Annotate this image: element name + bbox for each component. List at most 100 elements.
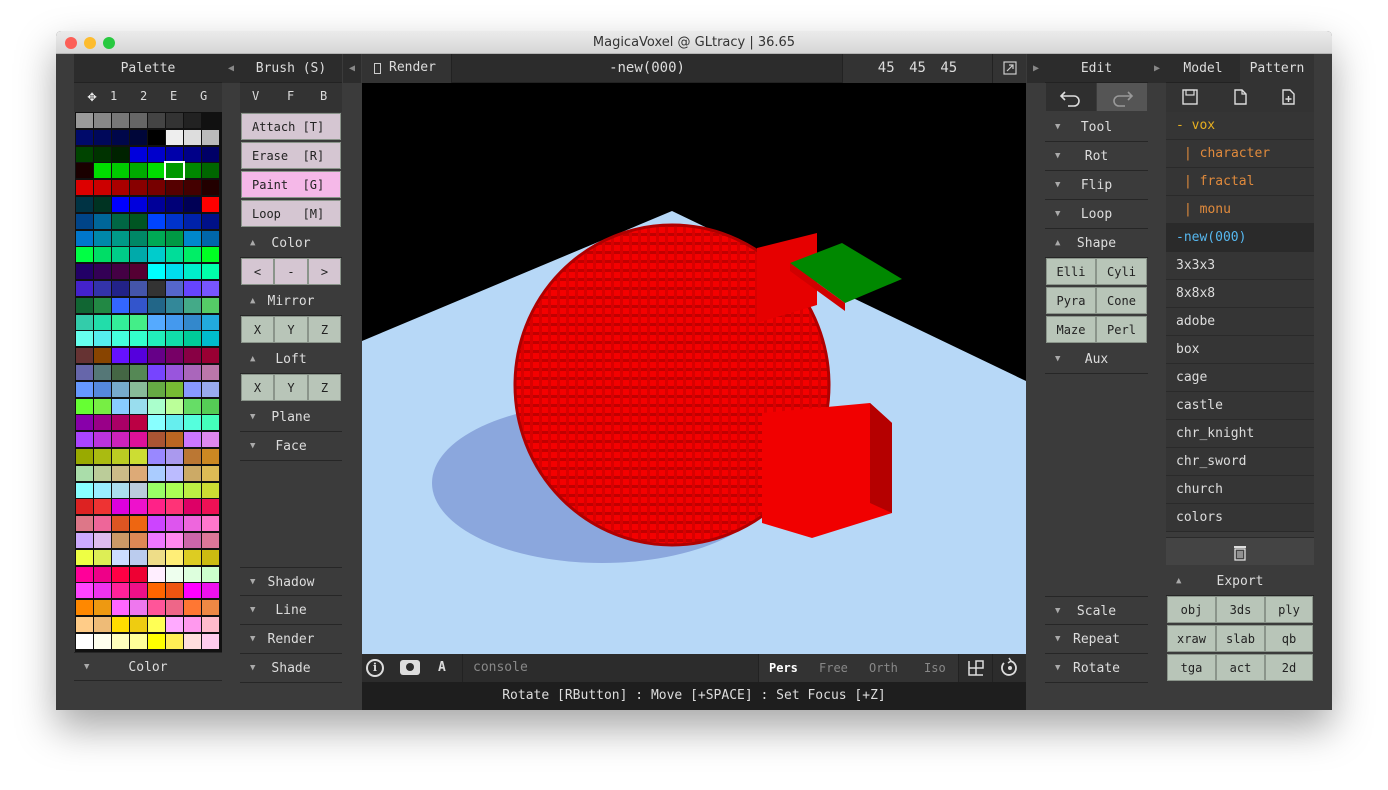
model-file-item[interactable]: colors <box>1166 504 1314 532</box>
palette-swatch[interactable] <box>112 617 129 632</box>
line-section[interactable]: ▼ Line <box>240 596 342 625</box>
erase-button[interactable]: Erase [R] <box>241 142 341 169</box>
palette-swatch[interactable] <box>202 398 219 414</box>
palette-swatch[interactable] <box>202 549 219 565</box>
palette-swatch[interactable] <box>148 348 165 364</box>
palette-swatch[interactable] <box>130 197 147 212</box>
palette-swatch[interactable] <box>148 533 165 548</box>
palette-swatch[interactable] <box>76 583 93 599</box>
export-section[interactable]: ▲ Export <box>1166 567 1314 596</box>
palette-swatch[interactable] <box>94 633 111 649</box>
palette-swatch[interactable] <box>166 314 183 330</box>
palette-swatch[interactable] <box>166 264 183 280</box>
model-file-item[interactable]: box <box>1166 336 1314 364</box>
palette-swatch[interactable] <box>148 465 165 481</box>
flip-section[interactable]: ▼ Flip <box>1045 171 1148 200</box>
palette-swatch[interactable] <box>130 365 147 380</box>
delete-button[interactable] <box>1166 537 1314 565</box>
palette-swatch[interactable] <box>148 247 165 263</box>
palette-swatch[interactable] <box>184 297 201 313</box>
layout-icon[interactable] <box>958 654 992 682</box>
palette-swatch[interactable] <box>130 583 147 599</box>
palette-swatch[interactable] <box>202 314 219 330</box>
palette-swatch[interactable] <box>76 331 93 347</box>
palette-swatch[interactable] <box>112 281 129 296</box>
palette-move-icon[interactable]: ✥ <box>81 87 103 107</box>
palette-swatch[interactable] <box>112 465 129 481</box>
palette-swatch[interactable] <box>94 197 111 212</box>
palette-swatch[interactable] <box>130 163 147 179</box>
shape-cone-button[interactable]: Cone <box>1096 287 1147 314</box>
a-button[interactable]: A <box>438 660 446 675</box>
palette-swatch[interactable] <box>94 600 111 616</box>
palette-swatch[interactable] <box>76 533 93 548</box>
palette-swatch[interactable] <box>130 549 147 565</box>
palette-swatch[interactable] <box>130 449 147 464</box>
palette-swatch[interactable] <box>130 180 147 196</box>
palette-swatch[interactable] <box>202 129 219 145</box>
palette-swatch[interactable] <box>202 197 219 212</box>
palette-swatch[interactable] <box>148 365 165 380</box>
palette-swatch[interactable] <box>166 415 183 431</box>
palette-swatch[interactable] <box>166 113 183 128</box>
palette-swatch[interactable] <box>112 365 129 380</box>
palette-swatch[interactable] <box>166 398 183 414</box>
palette-swatch[interactable] <box>184 129 201 145</box>
palette-tab-1[interactable]: 1 <box>110 89 117 103</box>
palette-swatch[interactable] <box>148 381 165 397</box>
palette-swatch[interactable] <box>184 583 201 599</box>
palette-swatch[interactable] <box>76 415 93 431</box>
palette-swatch[interactable] <box>148 281 165 296</box>
palette-swatch[interactable] <box>112 113 129 128</box>
brush-mode-v[interactable]: V <box>252 89 259 103</box>
palette-swatch[interactable] <box>94 129 111 145</box>
mirror-z-button[interactable]: Z <box>308 316 341 343</box>
shape-cyli-button[interactable]: Cyli <box>1096 258 1147 285</box>
palette-swatch[interactable] <box>148 600 165 616</box>
palette-swatch[interactable] <box>112 297 129 313</box>
view-iso[interactable]: Iso <box>924 661 946 675</box>
palette-swatch[interactable] <box>76 482 93 498</box>
brush-mode-f[interactable]: F <box>287 89 294 103</box>
palette-swatch[interactable] <box>166 180 183 196</box>
palette-swatch[interactable] <box>148 314 165 330</box>
scale-section[interactable]: ▼ Scale <box>1045 596 1148 625</box>
palette-swatch[interactable] <box>130 247 147 263</box>
face-section[interactable]: ▼ Face <box>240 432 342 461</box>
palette-swatch[interactable] <box>76 499 93 515</box>
palette-swatch[interactable] <box>112 129 129 145</box>
info-icon[interactable]: i <box>366 659 384 677</box>
palette-swatch[interactable] <box>112 381 129 397</box>
palette-swatch[interactable] <box>76 129 93 145</box>
palette-swatch[interactable] <box>166 432 183 448</box>
palette-swatch[interactable] <box>94 180 111 196</box>
view-orth[interactable]: Orth <box>869 661 898 675</box>
palette-swatch[interactable] <box>130 533 147 548</box>
palette-swatch[interactable] <box>94 617 111 632</box>
palette-swatch[interactable] <box>166 381 183 397</box>
palette-swatch[interactable] <box>112 264 129 280</box>
palette-swatch[interactable] <box>130 146 147 162</box>
shape-perl-button[interactable]: Perl <box>1096 316 1147 343</box>
palette-swatch[interactable] <box>184 381 201 397</box>
mirror-x-button[interactable]: X <box>241 316 274 343</box>
palette-swatch[interactable] <box>94 465 111 481</box>
palette-swatch[interactable] <box>112 213 129 229</box>
palette-swatch[interactable] <box>112 314 129 330</box>
palette-color-section[interactable]: ▼ Color <box>74 652 222 681</box>
palette-swatch[interactable] <box>184 482 201 498</box>
palette-swatch[interactable] <box>166 230 183 246</box>
palette-swatch[interactable] <box>166 600 183 616</box>
palette-swatch[interactable] <box>184 600 201 616</box>
palette-swatch[interactable] <box>202 264 219 280</box>
palette-tab-2[interactable]: 2 <box>140 89 147 103</box>
redo-button[interactable] <box>1097 83 1147 111</box>
model-tree-item[interactable]: | character <box>1166 140 1314 168</box>
palette-swatch[interactable] <box>130 633 147 649</box>
palette-swatch[interactable] <box>76 230 93 246</box>
palette-swatch[interactable] <box>184 398 201 414</box>
palette-swatch[interactable] <box>94 314 111 330</box>
palette-swatch[interactable] <box>94 113 111 128</box>
palette-swatch[interactable] <box>166 247 183 263</box>
export-act-button[interactable]: act <box>1216 654 1265 681</box>
